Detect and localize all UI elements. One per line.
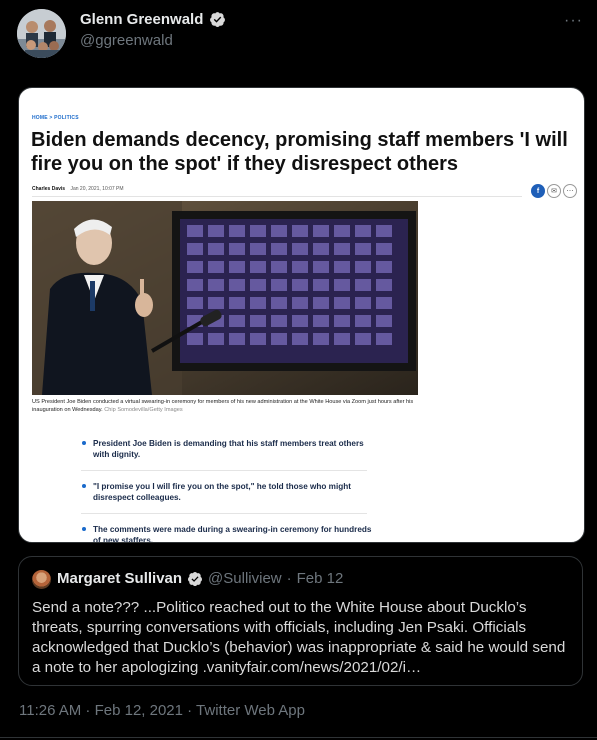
photo-caption: US President Joe Biden conducted a virtu… (32, 399, 422, 414)
facebook-icon: f (531, 184, 545, 198)
article-byline: Charles Davis Jan 20, 2021, 10:07 PM (32, 186, 124, 192)
quoted-author-handle: @Sulliview (208, 570, 282, 587)
quoted-author-avatar (32, 570, 51, 589)
quoted-date: Feb 12 (296, 570, 344, 587)
author-avatar[interactable] (17, 9, 66, 58)
more-options-icon[interactable]: ··· (564, 12, 583, 30)
bullet-item: President Joe Biden is demanding that hi… (81, 438, 381, 460)
tweet-timestamp[interactable]: 11:26 AM · Feb 12, 2021 · Twitter Web Ap… (19, 702, 305, 719)
author-name-row[interactable]: Glenn Greenwald (80, 11, 226, 28)
article-photo (32, 201, 418, 395)
verified-badge-icon (210, 12, 226, 27)
article-bullets: President Joe Biden is demanding that hi… (81, 438, 381, 542)
email-icon: ✉ (547, 184, 561, 198)
share-icons: f ✉ ⋯ (531, 184, 577, 198)
article-breadcrumb: HOME > POLITICS (32, 115, 79, 121)
verified-badge-icon (188, 571, 203, 586)
article-headline: Biden demands decency, promising staff m… (31, 129, 568, 175)
quoted-tweet-header: Margaret Sullivan @Sulliview · Feb 12 (57, 570, 343, 587)
attached-image[interactable]: HOME > POLITICS Biden demands decency, p… (18, 87, 585, 543)
bullet-divider (81, 470, 367, 471)
quoted-tweet[interactable]: Margaret Sullivan @Sulliview · Feb 12 Se… (18, 556, 583, 686)
caption-text: US President Joe Biden conducted a virtu… (32, 399, 414, 413)
meta-separator: · (286, 570, 292, 587)
quoted-tweet-text: Send a note??? ...Politico reached out t… (32, 599, 566, 676)
bullet-item: The comments were made during a swearing… (81, 524, 381, 542)
tweet: Glenn Greenwald @ggreenwald ··· HOME > P… (0, 0, 597, 740)
more-share-icon: ⋯ (563, 184, 577, 198)
bullet-divider (81, 513, 367, 514)
bullet-item: "I promise you I will fire you on the sp… (81, 481, 381, 503)
byline-date: Jan 20, 2021, 10:07 PM (70, 186, 124, 192)
author-display-name[interactable]: Glenn Greenwald (80, 11, 203, 28)
author-handle[interactable]: @ggreenwald (80, 32, 173, 49)
quoted-author-name: Margaret Sullivan (57, 570, 183, 587)
byline-author: Charles Davis (32, 186, 66, 192)
bottom-divider (0, 737, 597, 738)
byline-divider (32, 196, 522, 197)
caption-credit: Chip Somodevilla/Getty Images (104, 406, 183, 413)
